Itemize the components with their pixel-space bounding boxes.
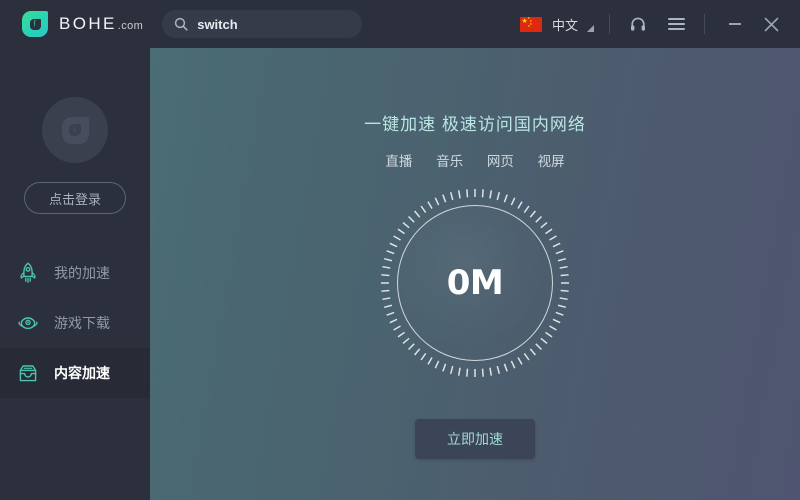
category-tags: 直播 音乐 网页 视屏: [150, 150, 800, 170]
brand-suffix: .com: [117, 20, 144, 32]
tag-video[interactable]: 视屏: [538, 150, 565, 170]
page-title: 一键加速 极速访问国内网络: [364, 115, 586, 134]
game-controller-icon: [18, 317, 38, 330]
tag-web[interactable]: 网页: [487, 150, 514, 170]
inbox-tray-icon: [19, 365, 37, 382]
sidebar-item-content-acceleration[interactable]: 内容加速: [0, 348, 150, 398]
login-button[interactable]: 点击登录: [24, 182, 126, 214]
title-bar: BOHE .com switch ★ ★ ★ ★ ★ 中文: [0, 0, 800, 48]
dropdown-caret-icon[interactable]: [587, 24, 594, 32]
china-flag-icon[interactable]: ★ ★ ★ ★ ★: [519, 16, 542, 32]
gauge-circle: 0M: [397, 205, 553, 361]
search-value: switch: [197, 16, 238, 32]
titlebar-controls: ★ ★ ★ ★ ★ 中文: [519, 0, 800, 48]
hamburger-menu-icon[interactable]: [663, 11, 689, 37]
main-panel: 一键加速 极速访问国内网络 直播 音乐 网页 视屏 0M 立即加速: [150, 48, 800, 500]
search-icon: [175, 17, 188, 31]
login-button-label: 点击登录: [48, 191, 101, 207]
speed-gauge: 0M: [380, 188, 570, 378]
brand-name: BOHE: [59, 14, 117, 33]
tag-music[interactable]: 音乐: [436, 150, 463, 170]
sidebar-item-label: 我的加速: [54, 265, 110, 281]
minimize-icon[interactable]: [720, 9, 750, 39]
brand-logo[interactable]: BOHE .com: [22, 0, 143, 48]
headset-icon[interactable]: [625, 11, 651, 37]
bohe-shield-icon: [22, 11, 48, 37]
sidebar-item-label: 游戏下载: [54, 315, 110, 331]
sidebar-item-game-download[interactable]: 游戏下载: [0, 298, 150, 348]
language-label[interactable]: 中文: [552, 15, 578, 34]
sidebar-item-my-acceleration[interactable]: 我的加速: [0, 248, 150, 298]
start-acceleration-label: 立即加速: [447, 431, 503, 447]
app-window: BOHE .com switch ★ ★ ★ ★ ★ 中文 点击登录 我的加速 …: [0, 0, 800, 500]
tag-live[interactable]: 直播: [385, 150, 412, 170]
sidebar: 点击登录 我的加速 游戏下载 内容加速: [0, 48, 150, 500]
rocket-icon: [20, 262, 36, 283]
start-acceleration-button[interactable]: 立即加速: [415, 419, 535, 459]
sidebar-item-label: 内容加速: [54, 365, 110, 381]
search-input[interactable]: switch: [162, 10, 363, 38]
close-icon[interactable]: [756, 9, 786, 39]
sidebar-nav: 我的加速 游戏下载 内容加速: [0, 248, 150, 398]
gauge-value: 0M: [446, 263, 504, 303]
divider: [704, 14, 705, 34]
divider: [609, 14, 610, 34]
avatar-placeholder-icon: [61, 116, 89, 144]
avatar[interactable]: [42, 97, 108, 163]
